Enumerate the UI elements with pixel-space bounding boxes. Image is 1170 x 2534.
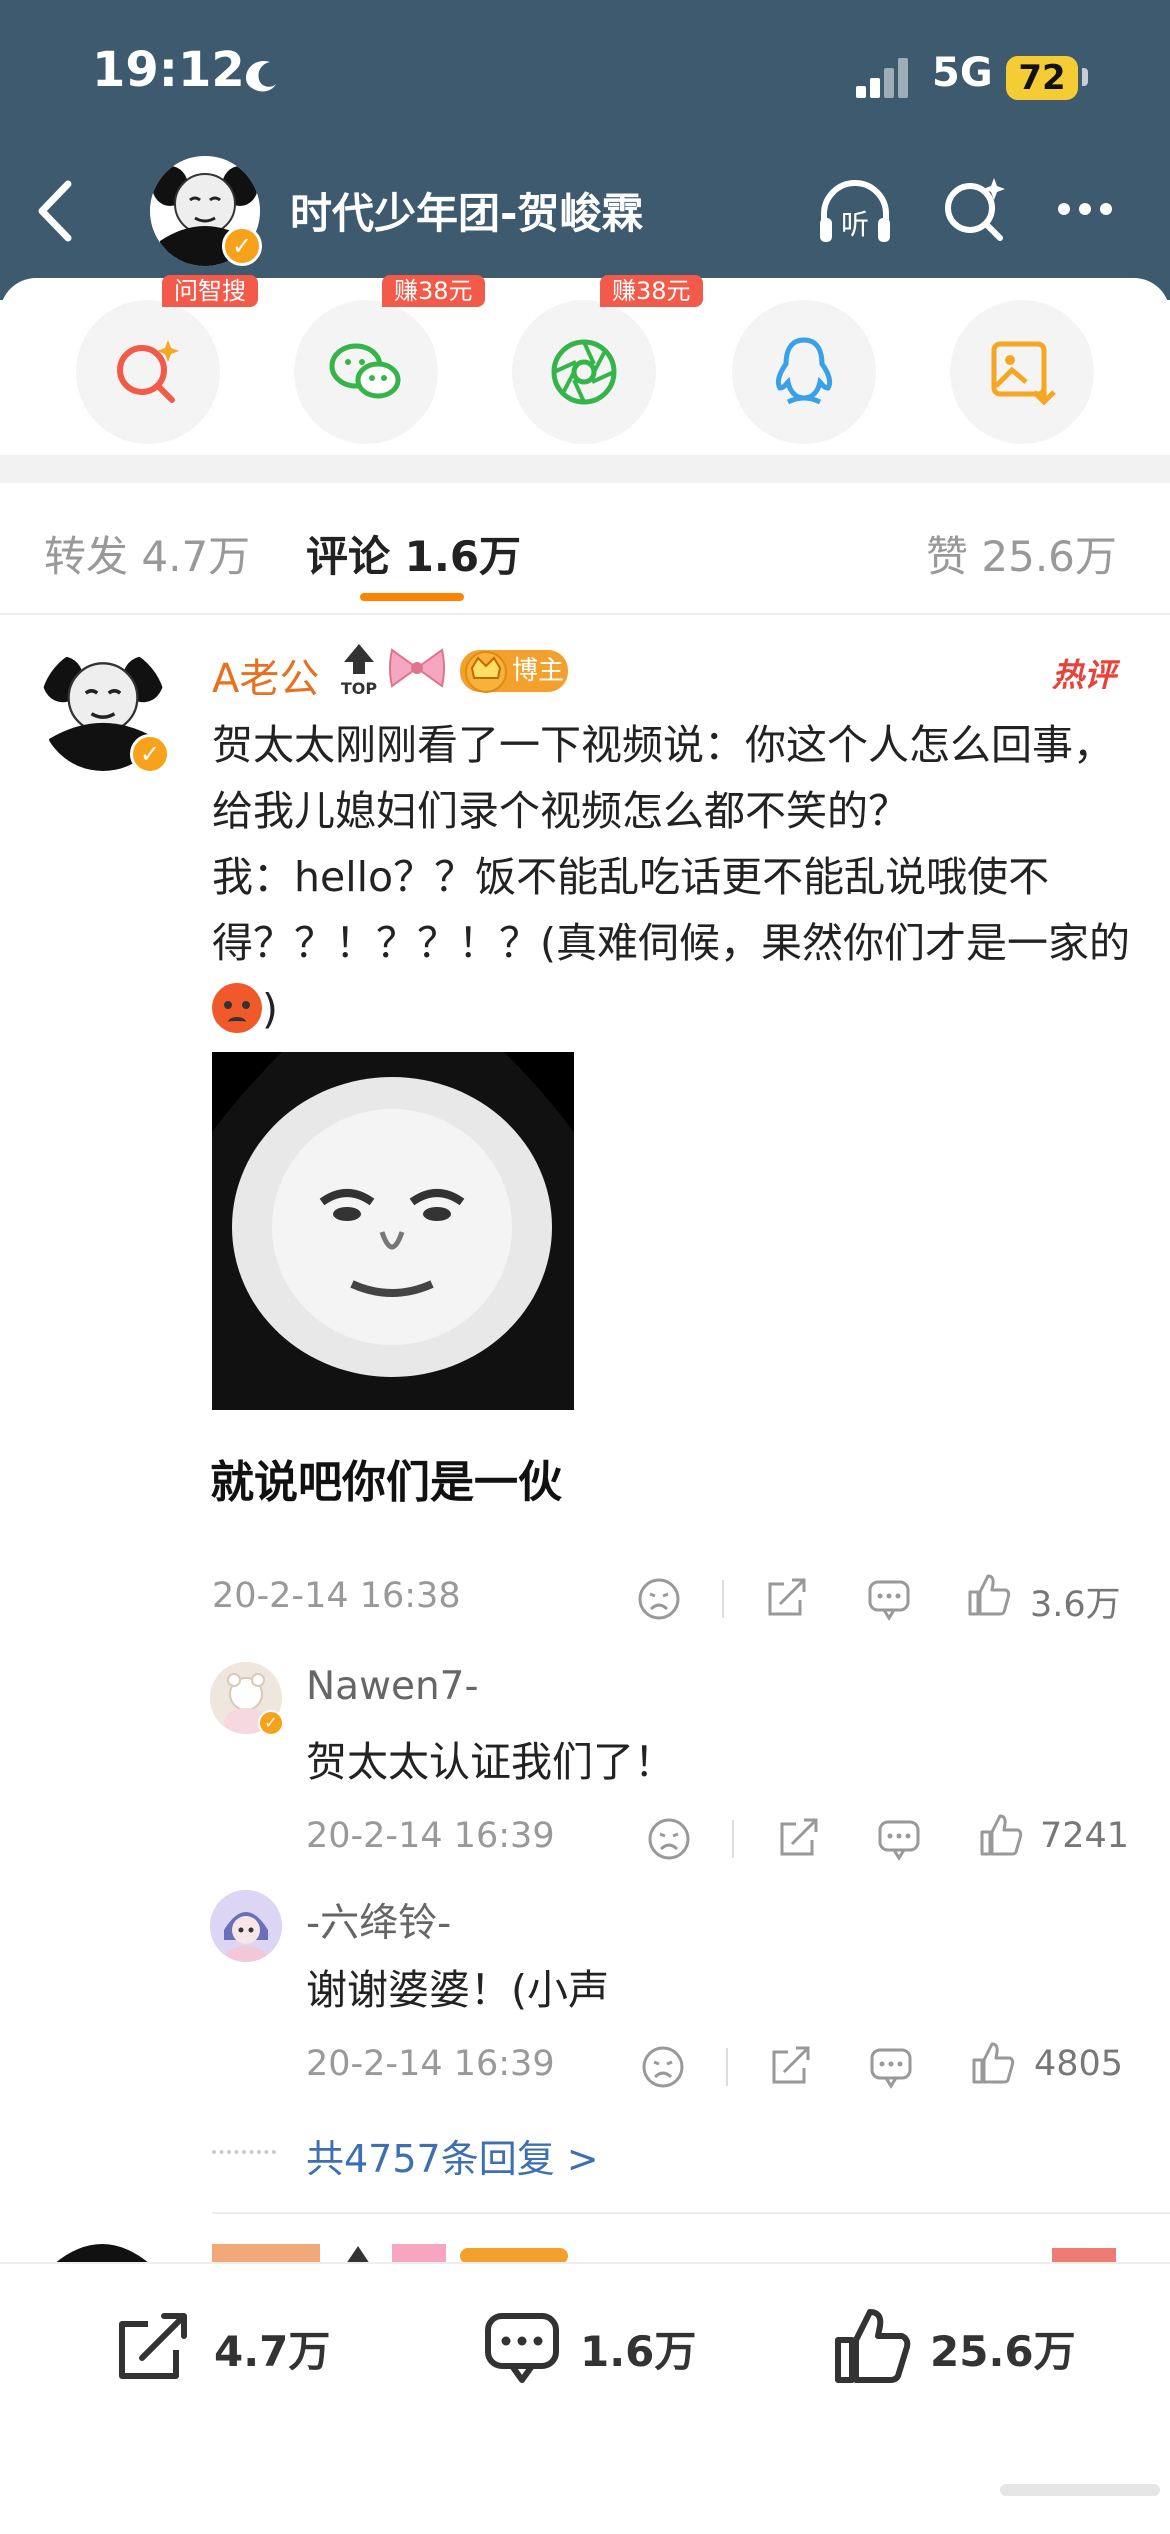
crown-icon (465, 651, 507, 693)
reply-timestamp: 20-2-14 16:39 (306, 2044, 555, 2084)
share-badge: 赚38元 (382, 275, 485, 307)
back-arrow-icon[interactable] (30, 176, 80, 246)
tab-like[interactable]: 赞 25.6万 (926, 523, 1117, 584)
comment-text-line: ) (262, 985, 278, 1033)
page-title: 时代少年团-贺峻霖 (290, 189, 644, 238)
save-image-button[interactable] (950, 300, 1094, 444)
ai-search-icon (117, 340, 179, 403)
anime-avatar-icon (210, 1890, 282, 1962)
battery-indicator: 72 (1006, 56, 1078, 100)
tab-comment-count: 1.6万 (404, 532, 522, 581)
tab-repost-label: 转发 (44, 532, 129, 581)
next-comment-partial-icon (54, 2244, 1116, 2264)
thread-dots (212, 2150, 276, 2154)
blogger-badge: 博主 (460, 650, 568, 693)
search-sparkle-icon[interactable] (940, 174, 1010, 244)
reply-comment-icon[interactable] (876, 1816, 922, 1862)
dislike-face-icon[interactable] (646, 1816, 692, 1862)
svg-text:听: 听 (841, 208, 869, 241)
verified-badge-icon: ✓ (222, 226, 262, 266)
avatar-caption: 嘿嘿 (62, 741, 115, 771)
comment-timestamp: 20-2-14 16:38 (212, 1576, 461, 1616)
more-options-icon[interactable] (1058, 200, 1128, 220)
share-ai-search-button[interactable] (76, 300, 220, 444)
repost-count: 4.7万 (214, 2327, 331, 2376)
tab-repost-count: 4.7万 (141, 532, 251, 581)
share-badge: 问智搜 (162, 275, 258, 307)
share-badge: 赚38元 (600, 275, 703, 307)
reply-comment-icon[interactable] (868, 2044, 914, 2090)
tab-bar: 转发 4.7万 评论 1.6万 赞 25.6万 (0, 483, 1170, 615)
comment-divider (212, 2212, 1170, 2214)
share-icon[interactable] (776, 1814, 822, 1860)
bottom-action-bar: 4.7万 1.6万 25.6万 (0, 2262, 1170, 2534)
bow-decoration-icon (389, 648, 445, 688)
save-image-icon (991, 341, 1056, 406)
dislike-face-icon[interactable] (640, 2044, 686, 2090)
reply-text: 贺太太认证我们了！ (306, 1738, 675, 1786)
watermark-mark (1000, 2484, 1160, 2496)
action-separator (732, 1820, 734, 1858)
comment-count: 1.6万 (580, 2327, 697, 2376)
network-type: 5G (932, 50, 993, 96)
tab-comment-label: 评论 (306, 532, 391, 581)
top-label: TOP (341, 679, 378, 696)
reply-author-name[interactable]: Nawen7- (306, 1664, 479, 1709)
reply-comment-icon[interactable] (866, 1576, 912, 1622)
section-separator (0, 455, 1170, 483)
like-count: 4805 (1034, 2044, 1124, 2084)
next-comment-peek (0, 2230, 1170, 2264)
tab-like-label: 赞 (926, 532, 969, 581)
like-thumb-icon[interactable] (832, 2306, 912, 2386)
like-thumb-icon[interactable] (970, 2040, 1016, 2086)
share-moments-button[interactable] (512, 300, 656, 444)
comment-image[interactable] (212, 1052, 574, 1410)
comment-bubble-icon[interactable] (482, 2306, 562, 2386)
active-tab-indicator (360, 593, 464, 601)
like-thumb-icon[interactable] (978, 1812, 1024, 1858)
like-thumb-icon[interactable] (966, 1572, 1012, 1618)
image-caption: 就说吧你们是一伙 (210, 1457, 562, 1508)
action-separator (722, 1580, 724, 1618)
comment-text: 贺太太刚刚看了一下视频说：你这个人怎么回事，给我儿媳妇们录个视频怎么都不笑的？ … (212, 712, 1132, 1042)
reply-author-name[interactable]: -六绛铃- (306, 1892, 451, 1948)
focus-moon-icon (246, 60, 276, 92)
battery-tip (1082, 68, 1088, 86)
angry-face-emoji-icon (212, 983, 262, 1033)
header: 19:12 5G 72 嘿嘿 ✓ 时代少年团-贺峻霖 听 (0, 0, 1170, 300)
moments-shutter-icon (551, 339, 617, 405)
share-qq-button[interactable] (732, 300, 876, 444)
wechat-icon (329, 343, 401, 399)
cellular-signal-icon (856, 58, 916, 98)
like-count: 25.6万 (930, 2327, 1076, 2376)
tab-repost[interactable]: 转发 4.7万 (44, 523, 250, 584)
view-all-replies-link[interactable]: 共4757条回复 > (306, 2128, 599, 2183)
tab-comment[interactable]: 评论 1.6万 (306, 523, 521, 584)
dislike-face-icon[interactable] (636, 1576, 682, 1622)
reply-author-avatar[interactable] (210, 1890, 282, 1962)
panda-face-meme-image (212, 1052, 574, 1410)
action-separator (726, 2048, 728, 2086)
reply-timestamp: 20-2-14 16:39 (306, 1816, 555, 1856)
verified-badge-icon: ✓ (258, 1710, 284, 1736)
comment-text-line: 贺太太刚刚看了一下视频说：你这个人怎么回事，给我儿媳妇们录个视频怎么都不笑的？ (212, 721, 1114, 835)
comment-text-line: 我：hello？？饭不能乱吃话更不能乱说哦使不得？？！？？！？(真难伺候，果然你… (212, 853, 1130, 967)
top-fan-icon: TOP (341, 644, 378, 696)
share-icon[interactable] (764, 1574, 810, 1620)
blogger-badge-label: 博主 (512, 656, 565, 686)
qq-penguin-icon (775, 337, 833, 405)
repost-share-icon[interactable] (114, 2306, 194, 2386)
status-time: 19:12 (92, 42, 245, 98)
comment-author-name[interactable]: A老公 (212, 646, 319, 704)
listen-headphones-icon[interactable]: 听 (814, 178, 896, 248)
like-count: 3.6万 (1030, 1585, 1121, 1625)
share-wechat-button[interactable] (294, 300, 438, 444)
avatar-caption: 嘿嘿 (166, 242, 214, 266)
tab-like-count: 25.6万 (981, 532, 1117, 581)
reply-text: 谢谢婆婆！(小声 (306, 1966, 609, 2014)
verified-badge-icon: ✓ (130, 734, 170, 774)
like-count: 7241 (1040, 1816, 1130, 1856)
share-icon[interactable] (768, 2042, 814, 2088)
hot-comment-label: 热评 (1052, 656, 1117, 694)
